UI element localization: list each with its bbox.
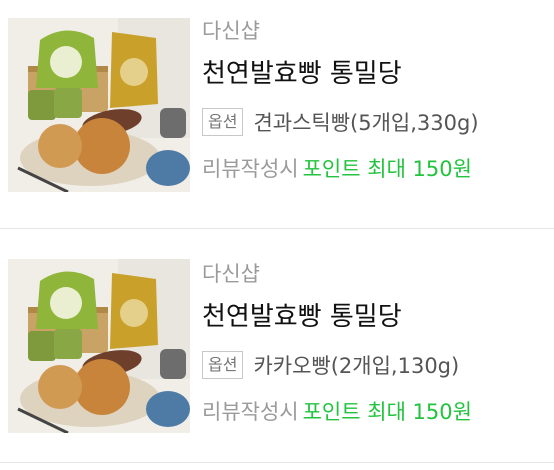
option-value: 견과스틱빵(5개입,330g): [253, 111, 479, 135]
product-thumbnail[interactable]: [8, 259, 190, 433]
list-item[interactable]: 다신샵 천연발효빵 통밀당 옵션 카카오빵(2개입,130g) 리뷰작성시 포인트…: [0, 229, 554, 463]
option-row: 옵션 견과스틱빵(5개입,330g): [202, 106, 544, 138]
shop-name[interactable]: 다신샵: [202, 16, 544, 46]
product-thumbnail[interactable]: [8, 18, 190, 192]
list-item[interactable]: 다신샵 천연발효빵 통밀당 옵션 견과스틱빵(5개입,330g) 리뷰작성시 포인…: [0, 0, 554, 229]
shop-name[interactable]: 다신샵: [202, 259, 544, 289]
product-info: 다신샵 천연발효빵 통밀당 옵션 견과스틱빵(5개입,330g) 리뷰작성시 포인…: [202, 16, 544, 184]
review-reward: 리뷰작성시 포인트 최대 150원: [202, 154, 544, 184]
product-title[interactable]: 천연발효빵 통밀당: [202, 299, 544, 335]
bread-photo: [8, 18, 190, 192]
review-reward: 리뷰작성시 포인트 최대 150원: [202, 397, 544, 427]
review-point: 포인트 최대 150원: [302, 400, 472, 424]
bread-photo: [8, 259, 190, 433]
review-point: 포인트 최대 150원: [302, 157, 472, 181]
product-list: 다신샵 천연발효빵 통밀당 옵션 견과스틱빵(5개입,330g) 리뷰작성시 포인…: [0, 0, 554, 463]
option-row: 옵션 카카오빵(2개입,130g): [202, 349, 544, 381]
option-badge: 옵션: [202, 108, 244, 136]
review-prefix: 리뷰작성시: [202, 157, 299, 181]
product-info: 다신샵 천연발효빵 통밀당 옵션 카카오빵(2개입,130g) 리뷰작성시 포인트…: [202, 259, 544, 427]
review-prefix: 리뷰작성시: [202, 400, 299, 424]
product-title[interactable]: 천연발효빵 통밀당: [202, 56, 544, 92]
option-badge: 옵션: [202, 351, 244, 379]
option-value: 카카오빵(2개입,130g): [253, 354, 460, 378]
